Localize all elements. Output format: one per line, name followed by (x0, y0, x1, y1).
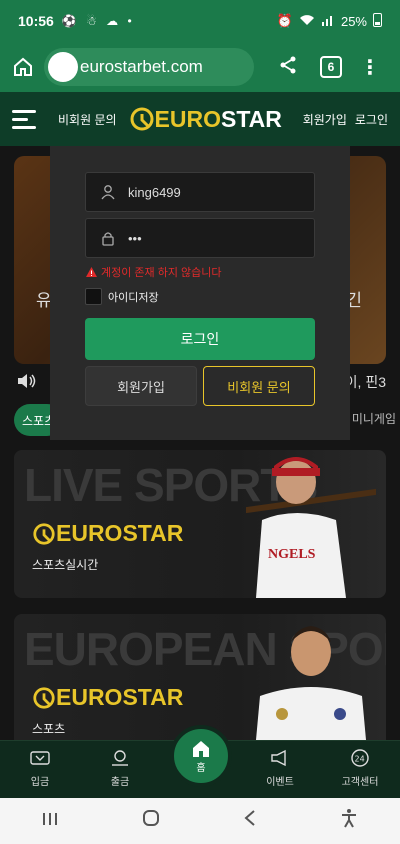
accessibility-icon[interactable] (339, 808, 359, 834)
bottom-navigation: 입금 출금 홈 이벤트 24 고객센터 (0, 725, 400, 798)
lock-icon (98, 230, 118, 246)
url-text: eurostarbet.com (80, 57, 203, 76)
status-right: ⏰ 25% (277, 12, 382, 30)
header-login-link[interactable]: 로그인 (355, 111, 388, 128)
nav-events[interactable]: 이벤트 (250, 747, 310, 788)
card-logo-star: STAR (122, 684, 184, 710)
nav-home-label: 홈 (196, 762, 206, 774)
nav-support-label: 고객센터 (341, 777, 379, 788)
card-subtitle: 스포츠 (32, 722, 66, 736)
svg-text:24: 24 (355, 755, 365, 764)
guest-inquiry-button[interactable]: 비회원 문의 (203, 366, 315, 406)
remember-id-checkbox[interactable] (85, 288, 102, 305)
browser-menu-icon[interactable]: ⋮ (360, 55, 380, 80)
site-info-icon[interactable] (48, 52, 78, 82)
nav-deposit[interactable]: 입금 (10, 747, 70, 788)
username-value: king6499 (128, 184, 181, 200)
password-field[interactable]: ••• (85, 218, 315, 258)
header-auth-links: 회원가입 로그인 (303, 111, 388, 128)
deposit-icon (10, 747, 70, 769)
status-bar: 10:56 ⚽ ☃ ☁ • ⏰ 25% (0, 0, 400, 42)
hamburger-menu-icon[interactable] (12, 109, 36, 129)
site-logo[interactable]: EURO STAR (129, 106, 282, 133)
remember-id: 아이디저장 (85, 288, 159, 305)
header-signup-link[interactable]: 회원가입 (303, 111, 347, 128)
system-home-icon[interactable] (141, 808, 161, 834)
nav-home[interactable]: 홈 (170, 725, 232, 787)
signup-button[interactable]: 회원가입 (85, 366, 197, 406)
status-time: 10:56 (18, 13, 54, 29)
error-message: 계정이 존재 하지 않습니다 (101, 267, 222, 279)
logo-mark-icon (33, 522, 55, 545)
battery-icon (373, 12, 382, 30)
nav-withdraw[interactable]: 출금 (90, 747, 150, 788)
nav-deposit-label: 입금 (30, 777, 50, 788)
share-icon[interactable] (278, 55, 298, 80)
home-icon (193, 740, 209, 757)
svg-text:NGELS: NGELS (268, 547, 316, 562)
withdraw-icon (90, 747, 150, 769)
browser-toolbar: eurostarbet.com 6 ⋮ (0, 42, 400, 92)
login-button[interactable]: 로그인 (85, 318, 315, 360)
card-logo-star: STAR (122, 520, 184, 546)
login-error: 계정이 존재 하지 않습니다 (86, 264, 222, 280)
support-24-icon: 24 (330, 747, 390, 769)
baseball-player-image: NGELS (246, 457, 376, 598)
status-notification-icons: ⚽ ☃ ☁ • (61, 14, 135, 28)
nav-events-label: 이벤트 (266, 777, 294, 788)
tab-switcher-button[interactable]: 6 (320, 56, 342, 78)
notice-text: 이, 핀3 (344, 374, 386, 390)
system-navigation-bar (0, 798, 400, 844)
warning-icon (86, 267, 97, 277)
nav-withdraw-label: 출금 (110, 777, 130, 788)
battery-percent: 25% (340, 13, 367, 29)
card-logo: EURO STAR (32, 520, 183, 547)
back-icon[interactable] (243, 809, 257, 833)
password-value: ••• (128, 230, 142, 246)
card-logo: EURO STAR (32, 684, 183, 711)
card-subtitle: 스포츠실시간 (32, 558, 99, 572)
tab-minigame[interactable]: 미니게임 (352, 410, 396, 427)
site-header: 비회원 문의 EURO STAR 회원가입 로그인 (0, 92, 400, 146)
card-logo-euro: EURO (56, 520, 123, 546)
megaphone-icon (250, 747, 310, 769)
nav-support[interactable]: 24 고객센터 (330, 747, 390, 788)
logo-star: STAR (221, 105, 282, 132)
card-logo-euro: EURO (56, 684, 123, 710)
wifi-icon (299, 14, 315, 29)
username-field[interactable]: king6499 (85, 172, 315, 212)
remember-id-label[interactable]: 아이디저장 (108, 289, 159, 305)
logo-euro: EURO (154, 105, 221, 132)
user-icon (98, 184, 118, 200)
login-modal: king6499 ••• 계정이 존재 하지 않습니다 아이디저장 로그인 회원… (50, 146, 350, 440)
address-bar[interactable]: eurostarbet.com (44, 48, 254, 86)
live-sports-card[interactable]: LIVE SPORTS EURO STAR 스포츠실시간 NGELS (14, 450, 386, 598)
signal-icon (321, 14, 335, 29)
logo-mark-icon (130, 107, 154, 131)
home-icon[interactable] (8, 52, 38, 82)
logo-mark-icon (33, 686, 55, 709)
header-inquiry-link[interactable]: 비회원 문의 (58, 111, 117, 128)
alarm-icon: ⏰ (276, 13, 293, 28)
speaker-icon (16, 372, 38, 393)
recent-apps-icon[interactable] (41, 810, 59, 833)
